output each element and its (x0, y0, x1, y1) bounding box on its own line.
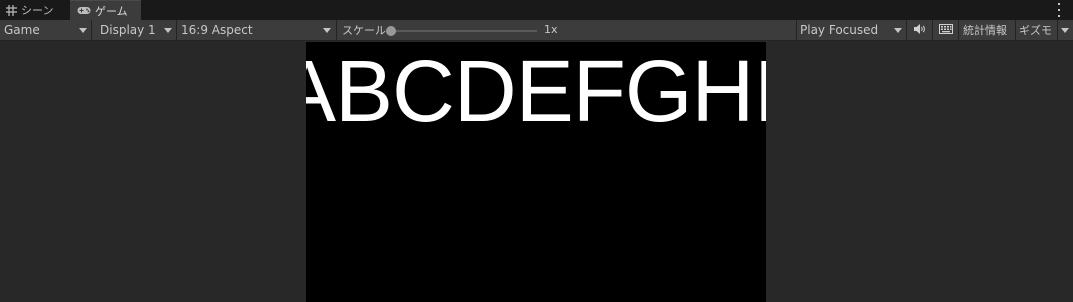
keyboard-shortcuts-button[interactable] (933, 20, 958, 40)
display-value: Display 1 (100, 23, 156, 37)
game-viewport: ABCDEFGHIJ (0, 41, 1073, 302)
play-mode-value: Play Focused (800, 23, 879, 37)
window-tab-bar: シーン ゲーム (0, 0, 1073, 20)
gamepad-icon (77, 6, 91, 15)
tab-game[interactable]: ゲーム (70, 0, 141, 20)
scale-control: スケール 1x (337, 20, 797, 40)
game-toolbar: Game Display 1 16:9 Aspect スケール 1x Play … (0, 20, 1073, 41)
display-dropdown[interactable]: Display 1 (92, 20, 176, 40)
gizmos-dropdown[interactable]: ギズモ (1016, 20, 1073, 40)
mute-audio-button[interactable] (907, 20, 932, 40)
aspect-dropdown[interactable]: 16:9 Aspect (177, 20, 336, 40)
scale-slider-track[interactable] (391, 30, 537, 32)
tab-scene-label: シーン (21, 4, 54, 17)
aspect-value: 16:9 Aspect (181, 23, 253, 37)
more-options-icon[interactable] (1053, 3, 1065, 17)
toolbar-divider (1057, 20, 1058, 40)
stats-label: 統計情報 (963, 24, 1007, 37)
chevron-down-icon (164, 28, 172, 33)
chevron-down-icon (1061, 28, 1069, 33)
tab-game-label: ゲーム (95, 4, 128, 18)
stats-button[interactable]: 統計情報 (959, 20, 1015, 40)
speaker-icon (913, 23, 926, 37)
gizmos-label: ギズモ (1019, 24, 1052, 37)
scale-value: 1x (544, 23, 558, 36)
tab-scene[interactable]: シーン (0, 0, 68, 20)
display-mode-value: Game (4, 23, 40, 37)
game-text: ABCDEFGHIJ (306, 43, 766, 140)
scale-slider-thumb[interactable] (386, 26, 396, 36)
display-mode-dropdown[interactable]: Game (0, 20, 91, 40)
keyboard-icon (938, 23, 953, 37)
chevron-down-icon (894, 28, 902, 33)
chevron-down-icon (79, 28, 87, 33)
game-render-area[interactable]: ABCDEFGHIJ (306, 42, 766, 302)
grid-icon (6, 4, 17, 16)
chevron-down-icon (323, 28, 331, 33)
scale-label: スケール (342, 24, 386, 37)
play-mode-dropdown[interactable]: Play Focused (797, 20, 906, 40)
